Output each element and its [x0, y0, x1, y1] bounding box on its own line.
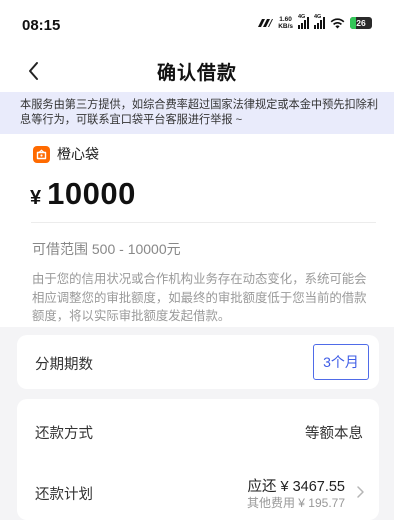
term-label: 分期期数 [35, 357, 93, 373]
battery-icon: 26 [350, 17, 372, 29]
repay-card: 还款方式 等额本息 还款计划 应还 ¥ 3467.55 其他费用 ¥ 195.7… [17, 399, 379, 520]
nav-bar: 确认借款 [0, 50, 394, 92]
term-card: 分期期数 3个月 [17, 335, 379, 389]
repay-plan-row[interactable]: 还款计划 应还 ¥ 3467.55 其他费用 ¥ 195.77 [17, 461, 379, 516]
notice-banner: 本服务由第三方提供，如综合费率超过国家法律规定或本金中预先扣除利息等行为，可联系… [0, 92, 394, 134]
net-speed: 1.60 KB/s [278, 16, 293, 30]
wifi-icon [330, 18, 345, 29]
provider: 橙心袋 [33, 144, 99, 164]
term-option-button[interactable]: 3个月 [313, 344, 369, 380]
currency-symbol: ¥ [30, 187, 42, 209]
repay-plan-fee: 其他费用 ¥ 195.77 [246, 496, 345, 510]
repay-plan-amount: 应还 ¥ 3467.55 [247, 479, 345, 495]
divider [31, 222, 376, 223]
chevron-right-icon [357, 486, 364, 498]
page-title: 确认借款 [156, 63, 237, 84]
vpn-icon [258, 19, 274, 27]
repay-method-label: 还款方式 [35, 426, 93, 442]
loan-description: 由于您的信用状况或合作机构业务存在动态变化，系统可能会相应调整您的审批额度，如最… [32, 272, 367, 323]
loan-range: 可借范围 500 - 10000元 [32, 241, 181, 257]
provider-name: 橙心袋 [57, 146, 99, 162]
signal-icon: 4G [298, 14, 309, 29]
wallet-icon [36, 149, 47, 159]
loan-amount[interactable]: ¥ 10000 [30, 176, 136, 212]
repay-plan-label: 还款计划 [35, 487, 93, 503]
amount-value: 10000 [47, 176, 136, 211]
status-bar: 08:15 1.60 KB/s 4G 4G 26 [0, 0, 394, 44]
provider-logo [33, 145, 50, 163]
signal-icon: 4G [314, 14, 325, 29]
status-time: 08:15 [22, 17, 61, 34]
status-icons: 1.60 KB/s 4G 4G 26 [257, 14, 372, 31]
repay-method-value: 等额本息 [305, 426, 363, 442]
